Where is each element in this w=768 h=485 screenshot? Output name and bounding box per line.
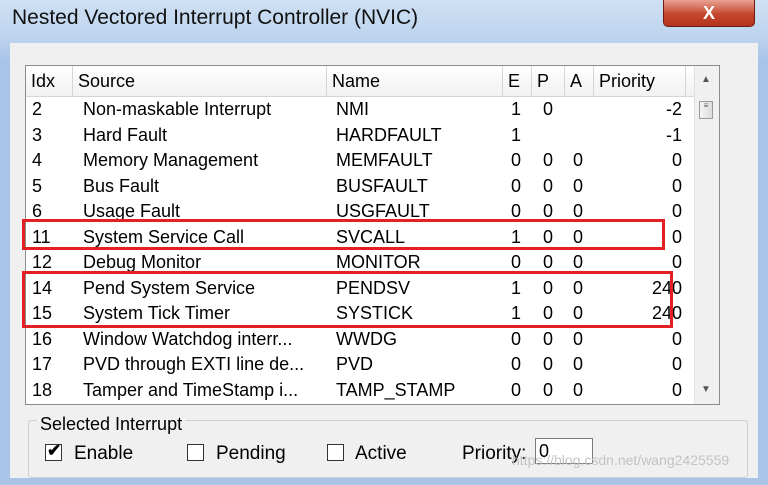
scrollbar-thumb[interactable]: ≡ [699, 101, 713, 119]
cell-e: 0 [511, 175, 522, 196]
cell-source: Debug Monitor [83, 252, 202, 272]
cell-idx: 4 [32, 150, 43, 170]
cell-p: 0 [543, 328, 554, 349]
cell-priority: 0 [671, 252, 682, 272]
table-row[interactable]: 4 Memory Management MEMFAULT 0 0 0 0 [26, 147, 696, 173]
cell-name: HARDFAULT [336, 124, 442, 145]
watermark-text: https://blog.csdn.net/wang2425559 [512, 452, 730, 468]
pending-label: Pending [216, 443, 286, 464]
cell-priority: 0 [671, 379, 682, 400]
cell-a: 0 [573, 201, 584, 221]
cell-source: Bus Fault [83, 175, 160, 196]
cell-a: 0 [573, 175, 584, 196]
cell-p: 0 [543, 99, 554, 119]
scroll-up-icon[interactable]: ▲ [701, 74, 711, 85]
cell-p: 0 [543, 354, 554, 374]
cell-source: Memory Management [83, 150, 259, 170]
cell-name: NMI [336, 99, 369, 119]
enable-checkbox[interactable]: ✔ [45, 441, 62, 461]
scroll-down-icon[interactable]: ▼ [701, 384, 711, 395]
column-header-e[interactable]: E [503, 66, 532, 96]
cell-a: 0 [573, 150, 584, 170]
table-row[interactable]: 17 PVD through EXTI line de... PVD 0 0 0 0 [26, 351, 696, 377]
table-row[interactable]: 18 Tamper and TimeStamp i... TAMP_STAMP 0 0 0… [26, 377, 696, 403]
cell-idx: 12 [32, 252, 53, 272]
cell-priority: 0 [671, 328, 682, 349]
cell-idx: 6 [32, 201, 43, 221]
cell-idx: 16 [32, 328, 53, 349]
selected-interrupt-legend: Selected Interrupt [37, 414, 186, 435]
cell-idx: 3 [32, 124, 43, 145]
cell-e: 0 [511, 379, 522, 400]
cell-priority: -2 [665, 99, 682, 119]
active-checkbox[interactable] [327, 444, 344, 461]
cell-priority: 0 [671, 226, 682, 247]
cell-name: PVD [336, 354, 374, 374]
close-button[interactable]: X [663, 0, 755, 27]
cell-name: WWDG [336, 328, 397, 349]
cell-idx: 18 [32, 379, 53, 400]
table-row[interactable]: 3 Hard Fault HARDFAULT 1 -1 [26, 122, 696, 148]
enable-label: Enable [74, 443, 134, 464]
cell-e: 0 [511, 150, 522, 170]
cell-name: TAMP_STAMP [336, 379, 456, 400]
cell-e: 1 [511, 99, 522, 119]
cell-p: 0 [543, 175, 554, 196]
cell-name: USGFAULT [336, 201, 430, 221]
table-row[interactable]: 2 Non-maskable Interrupt NMI 1 0 -2 [26, 96, 696, 122]
cell-source: Window Watchdog interr... [83, 328, 293, 349]
vertical-scrollbar[interactable]: ▲ ≡ ▼ [694, 66, 719, 404]
cell-source: Hard Fault [83, 124, 168, 145]
nvic-window: Nested Vectored Interrupt Controller (NV… [0, 0, 768, 485]
column-header-priority[interactable]: Priority [594, 66, 686, 96]
cell-e: 0 [511, 252, 522, 272]
table-row[interactable]: 5 Bus Fault BUSFAULT 0 0 0 0 [26, 173, 696, 199]
cell-e: 0 [511, 201, 522, 221]
cell-p: 0 [543, 150, 554, 170]
table-row[interactable]: 16 Window Watchdog interr... WWDG 0 0 0 0 [26, 326, 696, 352]
cell-p: 0 [543, 252, 554, 272]
cell-p: 0 [543, 201, 554, 221]
cell-a: 0 [573, 252, 584, 272]
highlight-box-svcall [22, 219, 665, 250]
window-title: Nested Vectored Interrupt Controller (NV… [12, 6, 419, 29]
cell-priority: 0 [671, 175, 682, 196]
column-header-idx[interactable]: Idx [26, 66, 73, 96]
cell-idx: 17 [32, 354, 53, 374]
cell-source: PVD through EXTI line de... [83, 354, 305, 374]
cell-priority: 0 [671, 354, 682, 374]
cell-priority: -1 [665, 124, 682, 145]
column-header-name[interactable]: Name [327, 66, 503, 96]
column-header-source[interactable]: Source [73, 66, 327, 96]
cell-priority: 0 [671, 150, 682, 170]
cell-a: 0 [573, 354, 584, 374]
cell-source: Non-maskable Interrupt [83, 99, 272, 119]
cell-name: MONITOR [336, 252, 421, 272]
cell-a: 0 [573, 379, 584, 400]
cell-priority: 0 [671, 201, 682, 221]
cell-name: BUSFAULT [336, 175, 428, 196]
highlight-box-pendsv-systick [22, 271, 673, 328]
cell-e: 0 [511, 328, 522, 349]
cell-idx: 2 [32, 99, 43, 119]
cell-e: 0 [511, 354, 522, 374]
cell-source: Usage Fault [83, 201, 181, 221]
cell-idx: 5 [32, 175, 43, 196]
pending-checkbox[interactable] [187, 444, 204, 461]
cell-a: 0 [573, 328, 584, 349]
active-label: Active [355, 443, 407, 464]
cell-name: MEMFAULT [336, 150, 433, 170]
cell-p: 0 [543, 379, 554, 400]
column-header-p[interactable]: P [532, 66, 565, 96]
cell-e: 1 [511, 124, 522, 145]
list-header: Idx Source Name E P A Priority [26, 66, 696, 97]
cell-source: Tamper and TimeStamp i... [83, 379, 299, 400]
column-header-a[interactable]: A [565, 66, 594, 96]
checkmark-icon: ✔ [47, 441, 62, 460]
